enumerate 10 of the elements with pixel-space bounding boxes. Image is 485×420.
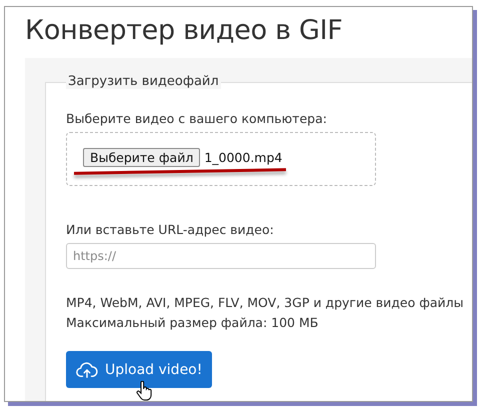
file-drop-area[interactable]: Выберите файл 1_0000.mp4 — [66, 132, 376, 186]
fieldset-legend: Загрузить видеофайл — [66, 74, 221, 89]
info-text: Максимальный размер файла: 100 МБ — [66, 314, 320, 332]
url-input-field[interactable]: https:// — [66, 243, 376, 269]
choose-file-button[interactable]: Выберите файл — [83, 148, 200, 166]
info-text: MP4, WebM, AVI, MPEG, FLV, MOV, 3GP и другие видео файлы — [66, 294, 465, 312]
page-title: Конвертер видео в GIF — [25, 15, 344, 46]
url-label: Или вставьте URL-адрес видео: — [66, 222, 275, 237]
file-label: Выберите видео с вашего компьютера: — [66, 111, 328, 126]
file-name: 1_0000.mp4 — [204, 150, 282, 164]
